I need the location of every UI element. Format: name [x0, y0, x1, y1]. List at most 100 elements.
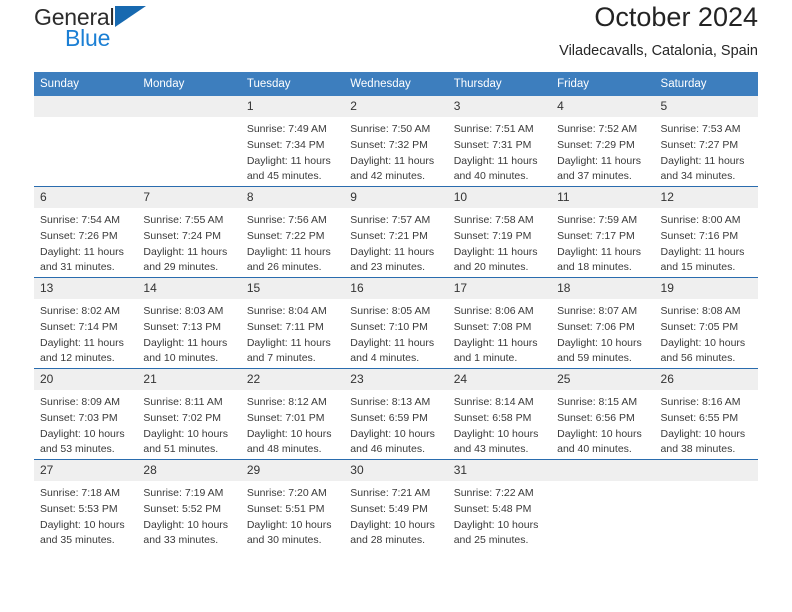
day-details: Sunrise: 7:22 AM Sunset: 5:48 PM Daylight:… — [448, 481, 551, 549]
day-details: Sunrise: 7:49 AM Sunset: 7:34 PM Daylight:… — [241, 117, 344, 185]
sunset-time: Sunset: 6:59 PM — [350, 411, 428, 424]
calendar-day-cell[interactable]: 9 Sunrise: 7:57 AM Sunset: 7:21 PM Daylight… — [344, 186, 448, 278]
calendar-day-cell[interactable]: 30 Sunrise: 7:21 AM Sunset: 5:49 PM Dayligh… — [344, 459, 448, 550]
calendar-day-cell[interactable]: 1 Sunrise: 7:49 AM Sunset: 7:34 PM Daylight… — [240, 96, 345, 187]
calendar-day-cell[interactable]: 26 Sunrise: 8:16 AM Sunset: 6:55 PM Dayligh… — [654, 368, 758, 460]
calendar-day-cell[interactable]: 13 Sunrise: 8:02 AM Sunset: 7:14 PM Dayligh… — [34, 277, 138, 369]
calendar-week-row: 27 Sunrise: 7:18 AM Sunset: 5:53 PM Dayligh… — [34, 459, 758, 550]
day-details: Sunrise: 7:52 AM Sunset: 7:29 PM Daylight:… — [551, 117, 654, 185]
sunset-time: Sunset: 7:26 PM — [40, 229, 118, 242]
day-number: 11 — [551, 187, 655, 208]
calendar-day-cell[interactable]: 7 Sunrise: 7:55 AM Sunset: 7:24 PM Daylight… — [137, 186, 241, 278]
calendar-day-cell[interactable]: 8 Sunrise: 7:56 AM Sunset: 7:22 PM Daylight… — [240, 186, 345, 278]
day-number: 18 — [551, 278, 655, 299]
day-details: Sunrise: 7:21 AM Sunset: 5:49 PM Daylight:… — [344, 481, 447, 549]
day-number: 1 — [240, 96, 345, 117]
calendar-day-cell[interactable]: 14 Sunrise: 8:03 AM Sunset: 7:13 PM Dayligh… — [137, 277, 241, 369]
sunset-time: Sunset: 7:27 PM — [660, 138, 739, 151]
daylight-duration-line1: Daylight: 11 hours — [660, 154, 745, 167]
calendar-empty-cell — [34, 96, 138, 187]
sunrise-time: Sunrise: 7:50 AM — [350, 123, 431, 135]
sunrise-time: Sunrise: 7:19 AM — [143, 487, 224, 499]
calendar-day-cell[interactable]: 22 Sunrise: 8:12 AM Sunset: 7:01 PM Dayligh… — [240, 368, 345, 460]
daylight-duration-line1: Daylight: 11 hours — [40, 336, 124, 349]
calendar-day-cell[interactable]: 25 Sunrise: 8:15 AM Sunset: 6:56 PM Dayligh… — [551, 368, 655, 460]
sunset-time: Sunset: 5:52 PM — [143, 502, 222, 515]
daylight-duration-line1: Daylight: 10 hours — [557, 427, 642, 440]
sunrise-time: Sunrise: 8:08 AM — [660, 305, 741, 317]
sunrise-time: Sunrise: 8:14 AM — [453, 396, 534, 408]
sunset-time: Sunset: 7:29 PM — [557, 138, 635, 151]
daylight-duration-line2: and 18 minutes. — [557, 261, 632, 274]
calendar-day-cell[interactable]: 10 Sunrise: 7:58 AM Sunset: 7:19 PM Dayligh… — [447, 186, 552, 278]
calendar-day-cell[interactable]: 29 Sunrise: 7:20 AM Sunset: 5:51 PM Dayligh… — [240, 459, 345, 550]
daylight-duration-line2: and 26 minutes. — [246, 261, 322, 274]
calendar-day-cell[interactable]: 4 Sunrise: 7:52 AM Sunset: 7:29 PM Daylight… — [551, 96, 655, 187]
day-number: 26 — [654, 369, 758, 390]
day-details: Sunrise: 8:15 AM Sunset: 6:56 PM Daylight:… — [551, 390, 654, 458]
sunrise-time: Sunrise: 8:07 AM — [557, 305, 638, 317]
day-details: Sunrise: 7:51 AM Sunset: 7:31 PM Daylight:… — [448, 117, 551, 185]
daylight-duration-line2: and 38 minutes. — [660, 443, 736, 456]
calendar-day-cell[interactable]: 15 Sunrise: 8:04 AM Sunset: 7:11 PM Dayligh… — [240, 277, 345, 369]
calendar-day-cell[interactable]: 20 Sunrise: 8:09 AM Sunset: 7:03 PM Dayligh… — [34, 368, 138, 460]
sunset-time: Sunset: 7:21 PM — [350, 229, 428, 242]
calendar-day-cell[interactable]: 19 Sunrise: 8:08 AM Sunset: 7:05 PM Dayligh… — [654, 277, 758, 369]
sunset-time: Sunset: 7:19 PM — [453, 229, 532, 242]
daylight-duration-line1: Daylight: 11 hours — [557, 154, 641, 167]
sunset-time: Sunset: 5:49 PM — [350, 502, 428, 515]
sunrise-time: Sunrise: 8:05 AM — [350, 305, 431, 317]
calendar-header-row: Sunday Monday Tuesday Wednesday Thursday… — [34, 72, 758, 96]
calendar-day-cell[interactable]: 31 Sunrise: 7:22 AM Sunset: 5:48 PM Dayligh… — [447, 459, 552, 550]
day-number: 31 — [447, 460, 552, 481]
sunset-time: Sunset: 7:32 PM — [350, 138, 428, 151]
sunrise-time: Sunrise: 7:22 AM — [453, 487, 534, 499]
calendar-day-cell[interactable]: 21 Sunrise: 8:11 AM Sunset: 7:02 PM Dayligh… — [137, 368, 241, 460]
calendar-day-cell[interactable]: 17 Sunrise: 8:06 AM Sunset: 7:08 PM Dayligh… — [447, 277, 552, 369]
calendar-day-cell[interactable]: 3 Sunrise: 7:51 AM Sunset: 7:31 PM Daylight… — [447, 96, 552, 187]
daylight-duration-line2: and 29 minutes. — [143, 261, 219, 274]
daylight-duration-line2: and 28 minutes. — [350, 534, 425, 547]
daylight-duration-line1: Daylight: 10 hours — [350, 427, 435, 440]
daylight-duration-line1: Daylight: 11 hours — [246, 336, 331, 349]
day-number: 20 — [34, 369, 138, 390]
sunset-time: Sunset: 7:34 PM — [246, 138, 325, 151]
general-blue-logo: General Blue — [34, 0, 147, 50]
calendar-day-cell[interactable]: 23 Sunrise: 8:13 AM Sunset: 6:59 PM Dayligh… — [344, 368, 448, 460]
calendar-day-cell[interactable]: 2 Sunrise: 7:50 AM Sunset: 7:32 PM Daylight… — [344, 96, 448, 187]
location-subtitle: Viladecavalls, Catalonia, Spain — [559, 43, 758, 60]
daylight-duration-line2: and 42 minutes. — [350, 170, 425, 183]
day-details: Sunrise: 7:54 AM Sunset: 7:26 PM Daylight:… — [34, 208, 137, 276]
calendar-day-cell[interactable]: 28 Sunrise: 7:19 AM Sunset: 5:52 PM Dayligh… — [137, 459, 241, 550]
day-number: 9 — [344, 187, 448, 208]
daylight-duration-line1: Daylight: 10 hours — [660, 427, 746, 440]
daylight-duration-line1: Daylight: 11 hours — [453, 336, 538, 349]
calendar-day-cell[interactable]: 11 Sunrise: 7:59 AM Sunset: 7:17 PM Dayligh… — [551, 186, 655, 278]
calendar-day-cell[interactable]: 5 Sunrise: 7:53 AM Sunset: 7:27 PM Daylight… — [654, 96, 758, 187]
daylight-duration-line1: Daylight: 10 hours — [350, 518, 435, 531]
daylight-duration-line1: Daylight: 10 hours — [143, 518, 229, 531]
sunset-time: Sunset: 7:08 PM — [453, 320, 532, 333]
sunrise-time: Sunrise: 7:54 AM — [40, 214, 120, 226]
calendar-empty-cell — [654, 459, 758, 550]
weekday-header-saturday: Saturday — [654, 72, 758, 96]
calendar-day-cell[interactable]: 6 Sunrise: 7:54 AM Sunset: 7:26 PM Daylight… — [34, 186, 138, 278]
day-number: 27 — [34, 460, 138, 481]
day-details: Sunrise: 8:12 AM Sunset: 7:01 PM Daylight:… — [241, 390, 344, 458]
calendar-day-cell[interactable]: 12 Sunrise: 8:00 AM Sunset: 7:16 PM Dayligh… — [654, 186, 758, 278]
calendar-day-cell[interactable]: 27 Sunrise: 7:18 AM Sunset: 5:53 PM Dayligh… — [34, 459, 138, 550]
day-number: 12 — [654, 187, 758, 208]
day-details: Sunrise: 8:14 AM Sunset: 6:58 PM Daylight:… — [448, 390, 551, 458]
day-number — [551, 460, 655, 481]
daylight-duration-line2: and 23 minutes. — [350, 261, 425, 274]
daylight-duration-line1: Daylight: 10 hours — [246, 518, 332, 531]
calendar-day-cell[interactable]: 24 Sunrise: 8:14 AM Sunset: 6:58 PM Dayligh… — [447, 368, 552, 460]
sunset-time: Sunset: 7:10 PM — [350, 320, 428, 333]
daylight-duration-line2: and 43 minutes. — [453, 443, 529, 456]
calendar-day-cell[interactable]: 16 Sunrise: 8:05 AM Sunset: 7:10 PM Dayligh… — [344, 277, 448, 369]
sunrise-time: Sunrise: 7:49 AM — [246, 123, 327, 135]
weekday-header-thursday: Thursday — [447, 72, 552, 96]
calendar-day-cell[interactable]: 18 Sunrise: 8:07 AM Sunset: 7:06 PM Dayligh… — [551, 277, 655, 369]
page-header: General Blue October 2024 Viladecavalls,… — [34, 0, 758, 72]
day-details: Sunrise: 8:04 AM Sunset: 7:11 PM Daylight:… — [241, 299, 344, 367]
